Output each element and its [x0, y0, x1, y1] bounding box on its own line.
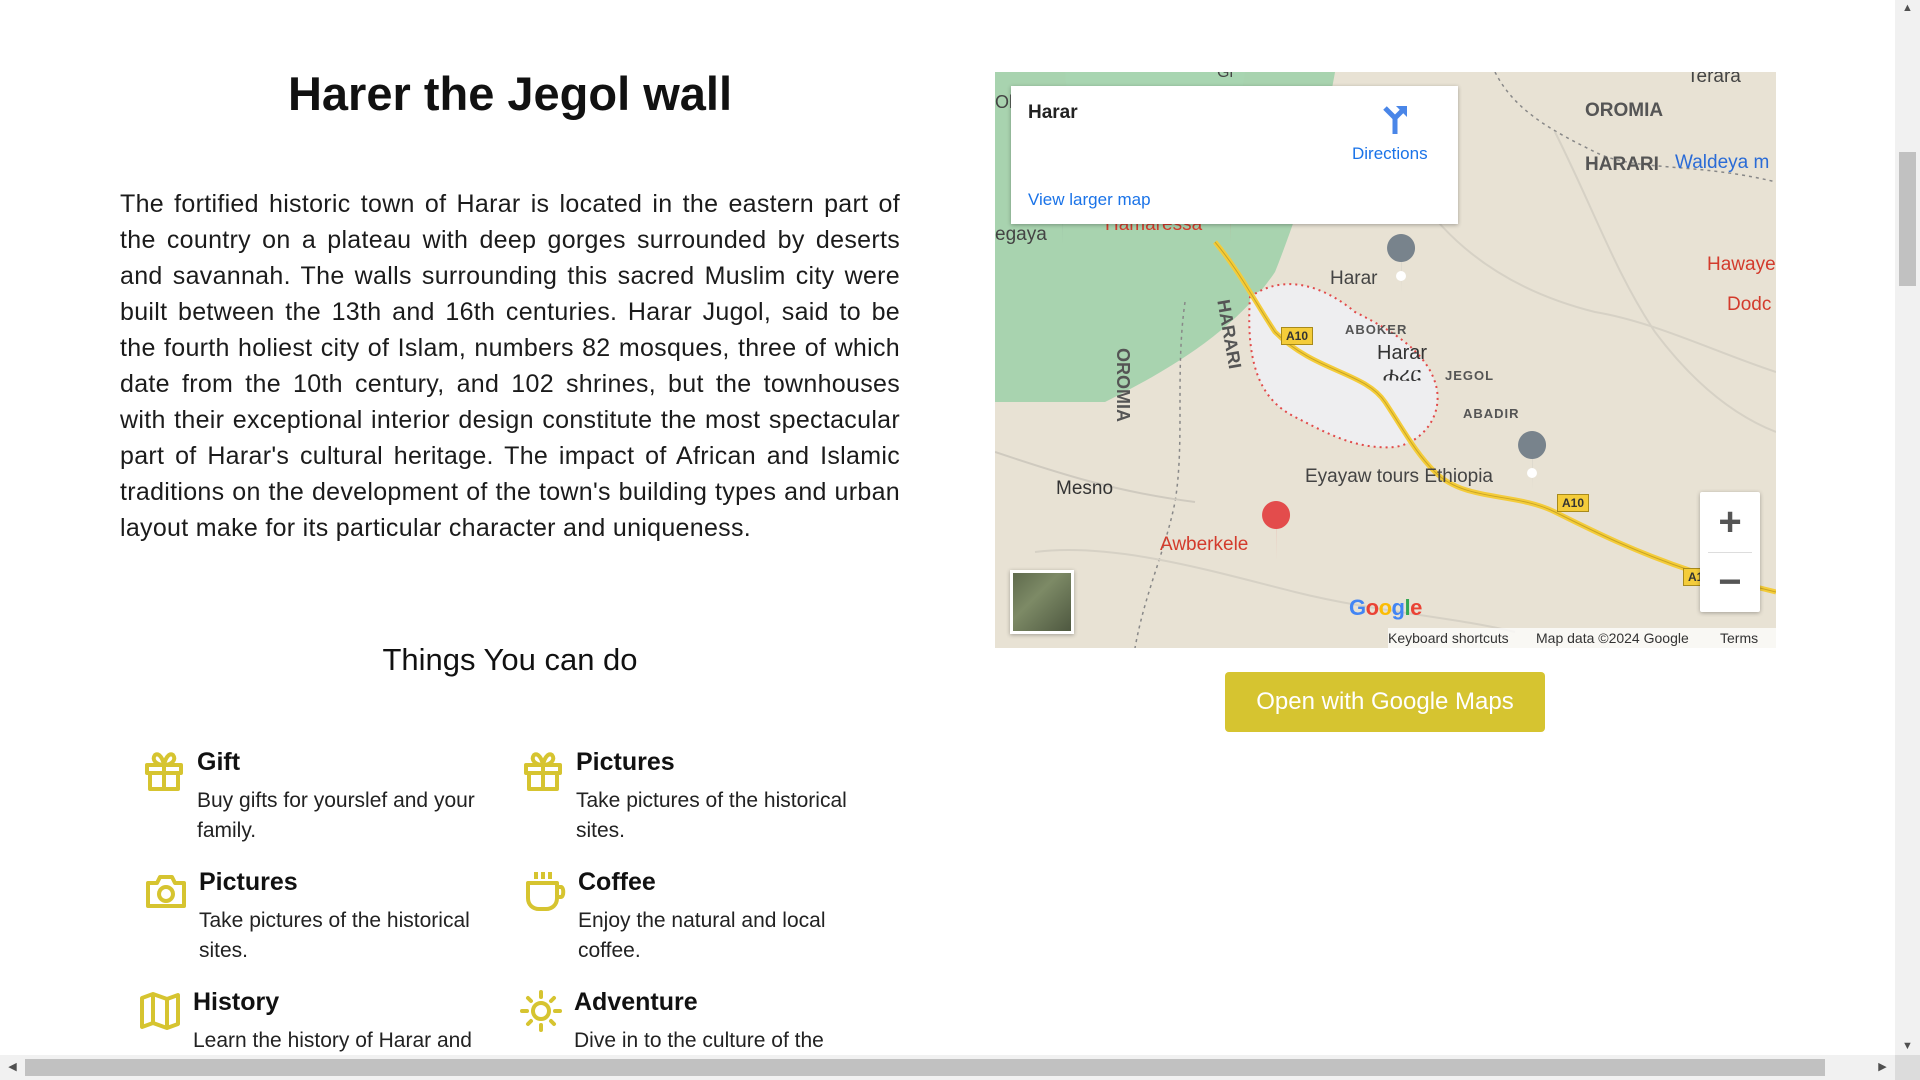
map-label: Dodc	[1727, 294, 1772, 315]
activity-title: Adventure	[574, 988, 698, 1016]
gift-icon	[522, 750, 564, 792]
map-label: Awberkele	[1160, 534, 1249, 555]
google-logo: Google	[1349, 595, 1422, 620]
map-attribution-bar: Keyboard shortcuts Map data ©2024 Google…	[1388, 628, 1776, 648]
activity-desc: Dive in to the culture of the	[574, 1029, 824, 1052]
activity-desc: Learn the history of Harar and	[193, 1029, 472, 1052]
horizontal-scroll-thumb[interactable]	[25, 1059, 1825, 1076]
keyboard-shortcuts-link[interactable]: Keyboard shortcuts	[1388, 628, 1509, 648]
map-icon	[139, 990, 181, 1032]
map-data-text: Map data ©2024 Google	[1536, 630, 1689, 646]
activity-title: Gift	[197, 748, 241, 776]
page: Harer the Jegol wall The fortified histo…	[0, 0, 1895, 1055]
description-paragraph: The fortified historic town of Harar is …	[120, 190, 900, 542]
map-label: ABADIR	[1463, 406, 1520, 421]
horizontal-scrollbar[interactable]: ◀ ▶	[0, 1055, 1895, 1080]
map-label: Harar	[1330, 268, 1378, 289]
map-label: ABOKER	[1345, 322, 1408, 337]
coffee-icon	[524, 870, 566, 912]
map-label: Terara	[1687, 72, 1741, 87]
scroll-left-icon[interactable]: ◀	[0, 1060, 25, 1073]
map-label: Gi	[1217, 72, 1233, 81]
directions-icon[interactable]	[1379, 104, 1411, 136]
zoom-in-button[interactable]: +	[1700, 492, 1760, 552]
road-shield: A10	[1557, 494, 1590, 512]
page-title: Harer the Jegol wall	[287, 67, 733, 120]
gift-icon	[143, 750, 185, 792]
map-place-name: Harar	[1028, 102, 1078, 123]
satellite-toggle[interactable]	[1010, 570, 1074, 634]
sun-icon	[520, 990, 562, 1032]
view-larger-map-link[interactable]: View larger map	[1028, 190, 1151, 210]
activity-title: Pictures	[199, 868, 298, 896]
road-shield: A10	[1281, 327, 1314, 345]
scroll-right-icon[interactable]: ▶	[1870, 1060, 1895, 1073]
activity-desc: Take pictures of the historical sites.	[576, 789, 847, 842]
google-map[interactable]: Ol Gi Terara OROMIA HARARI Waldeya m Haw…	[995, 72, 1776, 648]
map-label: Mesno	[1056, 478, 1114, 499]
map-label: Hawaye	[1707, 254, 1776, 275]
scroll-up-icon[interactable]: ▲	[1895, 2, 1920, 14]
activity-desc: Enjoy the natural and local coffee.	[578, 909, 826, 962]
map-label: OROMIA	[1113, 348, 1133, 422]
directions-link[interactable]: Directions	[1352, 144, 1428, 164]
scroll-down-icon[interactable]: ▼	[1895, 1040, 1920, 1052]
activity-title: History	[193, 988, 280, 1016]
open-google-maps-button[interactable]: Open with Google Maps	[1225, 672, 1545, 732]
zoom-controls: + −	[1700, 492, 1760, 612]
vertical-scrollbar[interactable]: ▲ ▼	[1895, 0, 1920, 1080]
map-label: HARARI	[1585, 154, 1659, 175]
terms-link[interactable]: Terms	[1720, 628, 1758, 648]
vertical-scroll-thumb[interactable]	[1899, 152, 1916, 286]
map-label: Waldeya m	[1675, 152, 1770, 173]
scrollbar-corner	[1895, 1055, 1920, 1080]
activity-desc: Buy gifts for yourslef and your family.	[197, 789, 475, 842]
activity-desc: Take pictures of the historical sites.	[199, 909, 470, 962]
activity-title: Coffee	[578, 868, 656, 896]
map-label: ሐረር	[1383, 364, 1422, 386]
things-title: Things You can do	[382, 642, 638, 677]
map-label: OROMIA	[1585, 100, 1664, 121]
camera-icon	[145, 870, 187, 912]
activity-title: Pictures	[576, 748, 675, 776]
zoom-out-button[interactable]: −	[1700, 552, 1760, 612]
map-label: Eyayaw tours Ethiopia	[1305, 466, 1493, 487]
map-label: egaya	[995, 224, 1047, 245]
map-label: JEGOL	[1445, 368, 1495, 383]
map-info-card: Harar Directions View larger map	[1011, 86, 1458, 224]
map-label: Harar	[1377, 342, 1428, 364]
